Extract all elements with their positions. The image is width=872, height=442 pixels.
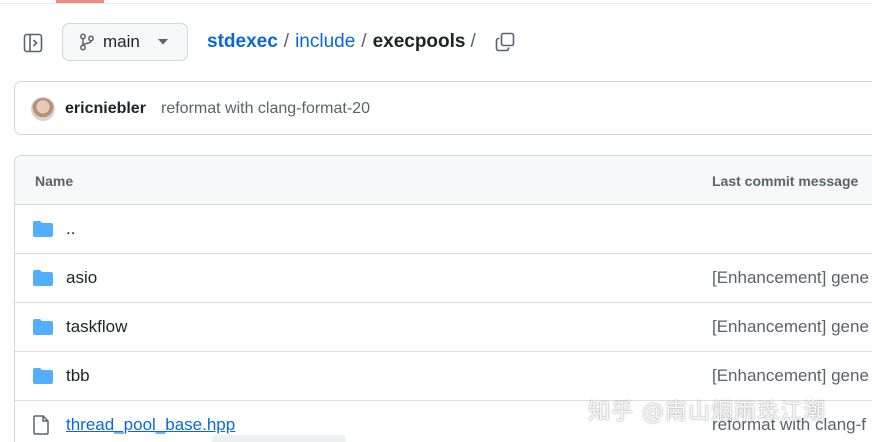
breadcrumb-current-folder: execpools [372, 31, 466, 52]
breadcrumb-repo-link[interactable]: stdexec [207, 31, 278, 53]
row-commit-message[interactable]: [Enhancement] gene [712, 366, 869, 386]
breadcrumb: stdexec / include / execpools / [207, 30, 476, 54]
row-name[interactable]: asio [66, 268, 97, 288]
row-name[interactable]: .. [66, 219, 75, 239]
hover-tooltip [212, 435, 346, 442]
breadcrumb-separator: / [470, 31, 476, 52]
row-commit-message[interactable]: [Enhancement] gene [712, 317, 869, 337]
column-header-name: Name [35, 173, 74, 189]
branch-selector-button[interactable]: main [62, 23, 188, 61]
avatar[interactable] [31, 97, 55, 121]
sidebar-toggle-icon[interactable] [22, 32, 44, 54]
file-icon [33, 415, 55, 435]
latest-commit-bar: ericniebler reformat with clang-format-2… [14, 81, 872, 135]
caret-down-icon [157, 39, 168, 45]
commit-author-link[interactable]: ericniebler [65, 100, 146, 118]
column-header-last-commit: Last commit message [712, 173, 859, 189]
table-header: Name Last commit message [15, 156, 872, 205]
table-row-asio[interactable]: asio [Enhancement] gene [15, 254, 872, 303]
git-branch-icon [79, 33, 95, 51]
branch-name: main [103, 32, 140, 51]
breadcrumb-separator: / [283, 31, 290, 52]
row-commit-message[interactable]: [Enhancement] gene [712, 268, 869, 288]
watermark: 知乎 @南山烟雨珠江潮 [588, 400, 826, 425]
copy-icon[interactable] [494, 31, 516, 53]
commit-message-link[interactable]: reformat with clang-format-20 [161, 100, 370, 118]
folder-icon [33, 268, 55, 288]
breadcrumb-separator: / [361, 31, 367, 52]
table-row-taskflow[interactable]: taskflow [Enhancement] gene [15, 303, 872, 352]
row-name[interactable]: tbb [66, 366, 90, 386]
folder-icon [33, 317, 55, 337]
breadcrumb-include-link[interactable]: include [295, 31, 355, 53]
row-name[interactable]: thread_pool_base.hpp [66, 415, 235, 435]
folder-icon [33, 219, 55, 239]
repo-header: main stdexec / include / execpools / [0, 22, 872, 62]
top-divider [0, 3, 872, 4]
folder-icon [33, 366, 55, 386]
table-row-parent[interactable]: .. [15, 205, 872, 254]
row-name[interactable]: taskflow [66, 317, 127, 337]
